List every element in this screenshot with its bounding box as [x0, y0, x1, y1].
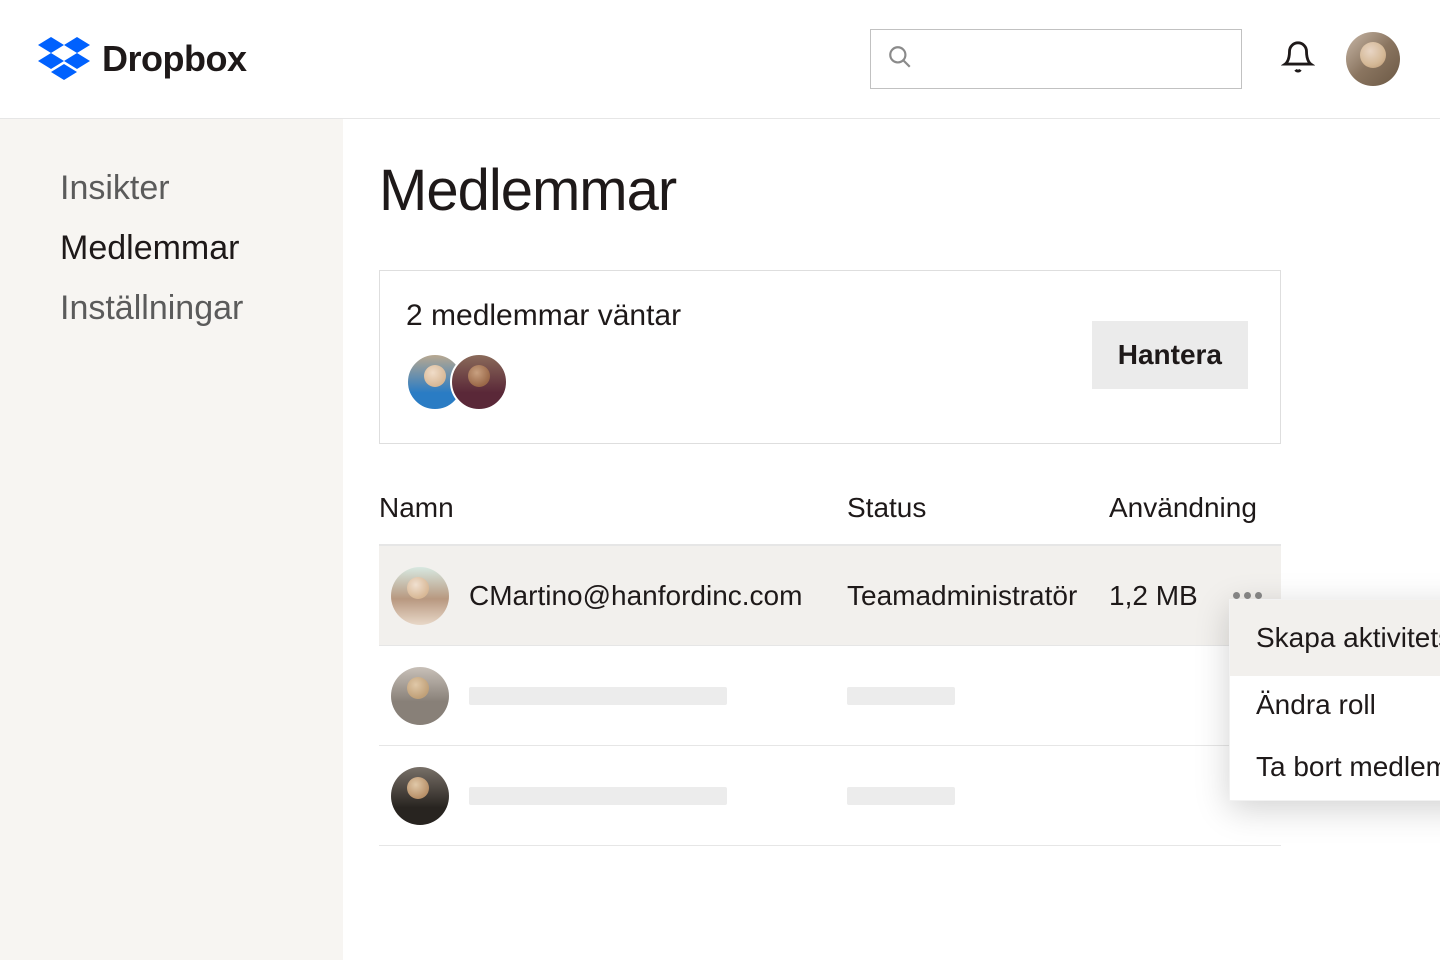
logo[interactable]: Dropbox — [38, 37, 870, 81]
sidebar-item-members[interactable]: Medlemmar — [60, 231, 343, 265]
avatar — [450, 353, 508, 411]
brand-name: Dropbox — [102, 38, 247, 80]
menu-item-label: Skapa aktivitetsrapport — [1256, 622, 1440, 654]
search-input[interactable] — [870, 29, 1242, 89]
sidebar-item-settings[interactable]: Inställningar — [60, 291, 343, 325]
avatar — [391, 767, 449, 825]
avatar — [391, 567, 449, 625]
pending-members-card: 2 medlemmar väntar Hantera — [379, 270, 1281, 444]
table-header: Namn Status Användning — [379, 492, 1281, 546]
account-avatar[interactable] — [1346, 32, 1400, 86]
pending-avatars — [406, 353, 681, 411]
menu-item-remove-member[interactable]: Ta bort medlem — [1230, 734, 1440, 800]
sidebar: Insikter Medlemmar Inställningar — [0, 119, 343, 960]
column-header-usage: Användning — [1109, 492, 1281, 524]
placeholder — [847, 787, 955, 805]
placeholder — [469, 687, 727, 705]
row-actions-menu: Skapa aktivitetsrapport Ändra roll — [1229, 599, 1440, 801]
placeholder — [847, 687, 955, 705]
table-row[interactable]: CMartino@hanfordinc.com Teamadministratö… — [379, 546, 1281, 646]
column-header-status: Status — [847, 492, 1109, 524]
table-row[interactable] — [379, 646, 1281, 746]
manage-button[interactable]: Hantera — [1092, 321, 1248, 389]
column-header-name: Namn — [379, 492, 847, 524]
app-header: Dropbox — [0, 0, 1440, 119]
search-icon — [887, 44, 913, 75]
bell-icon — [1281, 40, 1315, 79]
more-icon — [1244, 592, 1251, 599]
avatar — [391, 667, 449, 725]
menu-item-create-report[interactable]: Skapa aktivitetsrapport — [1230, 600, 1440, 676]
members-table: Namn Status Användning CMartino@hanfordi… — [379, 492, 1281, 846]
member-email: CMartino@hanfordinc.com — [469, 580, 847, 612]
main-content: Medlemmar 2 medlemmar väntar Hantera Nam… — [343, 119, 1440, 960]
table-row[interactable] — [379, 746, 1281, 846]
menu-item-label: Ta bort medlem — [1256, 751, 1440, 783]
member-status: Teamadministratör — [847, 580, 1109, 612]
menu-item-label: Ändra roll — [1256, 689, 1376, 721]
sidebar-item-insights[interactable]: Insikter — [60, 171, 343, 205]
dropbox-icon — [38, 37, 90, 81]
member-usage: 1,2 MB — [1109, 580, 1198, 612]
more-icon — [1255, 592, 1262, 599]
more-icon — [1233, 592, 1240, 599]
pending-text: 2 medlemmar väntar — [406, 299, 681, 333]
notifications-button[interactable] — [1274, 35, 1322, 83]
page-title: Medlemmar — [379, 157, 1440, 224]
placeholder — [469, 787, 727, 805]
menu-item-change-role[interactable]: Ändra roll — [1230, 676, 1440, 734]
